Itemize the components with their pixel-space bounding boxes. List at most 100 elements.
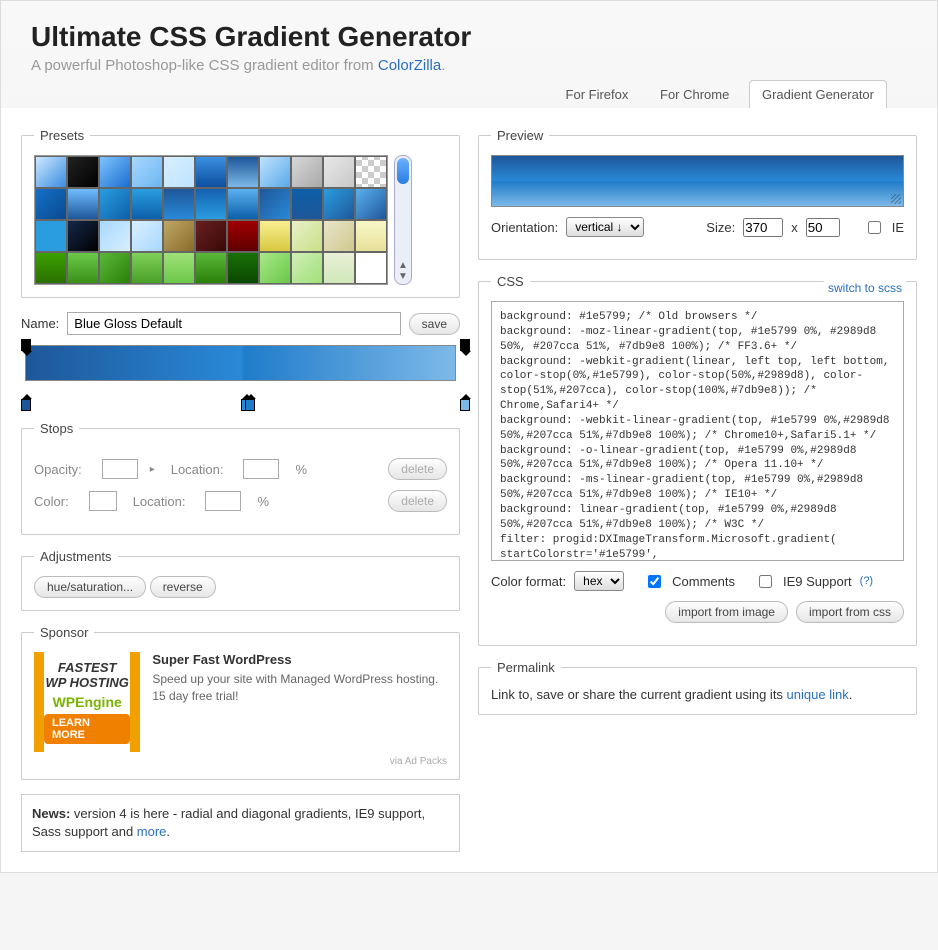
tab-chrome[interactable]: For Chrome bbox=[648, 81, 741, 108]
scrollbar-thumb[interactable] bbox=[397, 158, 409, 184]
preset-swatch[interactable] bbox=[323, 220, 355, 252]
preset-swatch[interactable] bbox=[291, 220, 323, 252]
import-image-button[interactable]: import from image bbox=[665, 601, 788, 623]
preview-box[interactable] bbox=[491, 155, 904, 207]
opacity-input[interactable] bbox=[102, 459, 138, 479]
location-label-2: Location: bbox=[133, 494, 186, 509]
preset-swatch[interactable] bbox=[227, 220, 259, 252]
preset-swatch[interactable] bbox=[259, 252, 291, 284]
css-output[interactable]: background: #1e5799; /* Old browsers */ … bbox=[491, 301, 904, 561]
preset-swatch[interactable] bbox=[99, 252, 131, 284]
preset-swatch[interactable] bbox=[323, 188, 355, 220]
preset-swatch[interactable] bbox=[99, 188, 131, 220]
permalink-link[interactable]: unique link bbox=[787, 687, 849, 702]
preview-legend: Preview bbox=[491, 128, 549, 143]
preset-swatch[interactable] bbox=[227, 188, 259, 220]
preset-swatch[interactable] bbox=[67, 188, 99, 220]
preset-swatch[interactable] bbox=[195, 252, 227, 284]
sponsor-line2: WP HOSTING bbox=[46, 675, 129, 690]
preset-swatch[interactable] bbox=[259, 188, 291, 220]
tab-generator[interactable]: Gradient Generator bbox=[749, 80, 887, 108]
width-input[interactable] bbox=[743, 218, 783, 237]
preset-swatch[interactable] bbox=[291, 156, 323, 188]
preset-swatch[interactable] bbox=[227, 252, 259, 284]
color-stop-handle[interactable] bbox=[460, 399, 470, 411]
sponsor-line1: FASTEST bbox=[58, 660, 117, 675]
gradient-bar[interactable] bbox=[25, 345, 456, 381]
preset-swatch[interactable] bbox=[355, 220, 387, 252]
tab-firefox[interactable]: For Firefox bbox=[554, 81, 641, 108]
preset-swatch[interactable] bbox=[163, 220, 195, 252]
sponsor-banner[interactable]: FASTEST WP HOSTING WPEngine LEARN MORE bbox=[34, 652, 140, 752]
preset-swatch[interactable] bbox=[131, 156, 163, 188]
comments-label: Comments bbox=[672, 574, 735, 589]
colorzilla-link[interactable]: ColorZilla bbox=[378, 57, 441, 74]
ad-packs-link[interactable]: via Ad Packs bbox=[34, 756, 447, 767]
opacity-stop-handle[interactable] bbox=[460, 339, 470, 351]
preset-swatch[interactable] bbox=[195, 220, 227, 252]
switch-scss-link[interactable]: switch to scss bbox=[824, 281, 906, 295]
preset-swatch[interactable] bbox=[355, 188, 387, 220]
sponsor-fieldset: Sponsor FASTEST WP HOSTING WPEngine LEAR… bbox=[21, 625, 460, 780]
preset-swatch[interactable] bbox=[131, 220, 163, 252]
preset-swatch[interactable] bbox=[163, 188, 195, 220]
preset-swatch[interactable] bbox=[291, 252, 323, 284]
color-well[interactable] bbox=[89, 491, 117, 511]
hue-saturation-button[interactable]: hue/saturation... bbox=[34, 576, 146, 598]
preset-swatch[interactable] bbox=[355, 252, 387, 284]
name-input[interactable] bbox=[67, 312, 400, 335]
sponsor-cta[interactable]: LEARN MORE bbox=[44, 714, 130, 744]
delete-color-button[interactable]: delete bbox=[388, 490, 447, 512]
preset-swatch[interactable] bbox=[35, 220, 67, 252]
preset-swatch[interactable] bbox=[227, 156, 259, 188]
delete-opacity-button[interactable]: delete bbox=[388, 458, 447, 480]
preset-swatch[interactable] bbox=[259, 156, 291, 188]
ie-checkbox[interactable] bbox=[868, 221, 881, 234]
stops-legend: Stops bbox=[34, 421, 79, 436]
preset-swatch[interactable] bbox=[163, 156, 195, 188]
news-box: News: version 4 is here - radial and dia… bbox=[21, 794, 460, 852]
preset-swatch[interactable] bbox=[323, 252, 355, 284]
news-more-link[interactable]: more bbox=[137, 824, 167, 839]
orientation-select[interactable]: vertical ↓ bbox=[566, 217, 644, 237]
color-stop-handle[interactable] bbox=[245, 399, 255, 411]
height-input[interactable] bbox=[806, 218, 840, 237]
preset-swatch[interactable] bbox=[35, 252, 67, 284]
preset-swatch[interactable] bbox=[131, 188, 163, 220]
color-format-select[interactable]: hex bbox=[574, 571, 624, 591]
presets-legend: Presets bbox=[34, 128, 90, 143]
preset-swatch[interactable] bbox=[195, 188, 227, 220]
news-label: News: bbox=[32, 806, 70, 821]
preset-swatch[interactable] bbox=[163, 252, 195, 284]
save-button[interactable]: save bbox=[409, 313, 460, 335]
preset-swatch[interactable] bbox=[67, 220, 99, 252]
preset-swatch[interactable] bbox=[259, 220, 291, 252]
ie9-checkbox[interactable] bbox=[759, 575, 772, 588]
opacity-stop-handle[interactable] bbox=[21, 339, 31, 351]
color-location-input[interactable] bbox=[205, 491, 241, 511]
import-css-button[interactable]: import from css bbox=[796, 601, 904, 623]
preset-swatch[interactable] bbox=[35, 156, 67, 188]
opacity-location-input[interactable] bbox=[243, 459, 279, 479]
preset-swatch[interactable] bbox=[355, 156, 387, 188]
opacity-dropdown-icon[interactable]: ▸ bbox=[150, 464, 155, 475]
percent-1: % bbox=[295, 462, 307, 477]
preset-swatch[interactable] bbox=[99, 220, 131, 252]
comments-checkbox[interactable] bbox=[648, 575, 661, 588]
preset-swatch[interactable] bbox=[195, 156, 227, 188]
ie9-help-link[interactable]: (?) bbox=[860, 575, 873, 587]
color-stop-handle[interactable] bbox=[21, 399, 31, 411]
news-text: version 4 is here - radial and diagonal … bbox=[32, 806, 425, 839]
preset-swatch[interactable] bbox=[67, 156, 99, 188]
scroll-down-icon[interactable]: ▼ bbox=[398, 271, 408, 282]
preset-swatch[interactable] bbox=[67, 252, 99, 284]
preset-swatch[interactable] bbox=[99, 156, 131, 188]
preset-swatch[interactable] bbox=[131, 252, 163, 284]
reverse-button[interactable]: reverse bbox=[150, 576, 216, 598]
preset-swatch[interactable] bbox=[35, 188, 67, 220]
presets-scrollbar[interactable]: ▲ ▼ bbox=[394, 155, 412, 285]
preset-swatch[interactable] bbox=[323, 156, 355, 188]
preset-swatch[interactable] bbox=[291, 188, 323, 220]
permalink-text: Link to, save or share the current gradi… bbox=[491, 687, 787, 702]
scroll-up-icon[interactable]: ▲ bbox=[398, 260, 408, 271]
